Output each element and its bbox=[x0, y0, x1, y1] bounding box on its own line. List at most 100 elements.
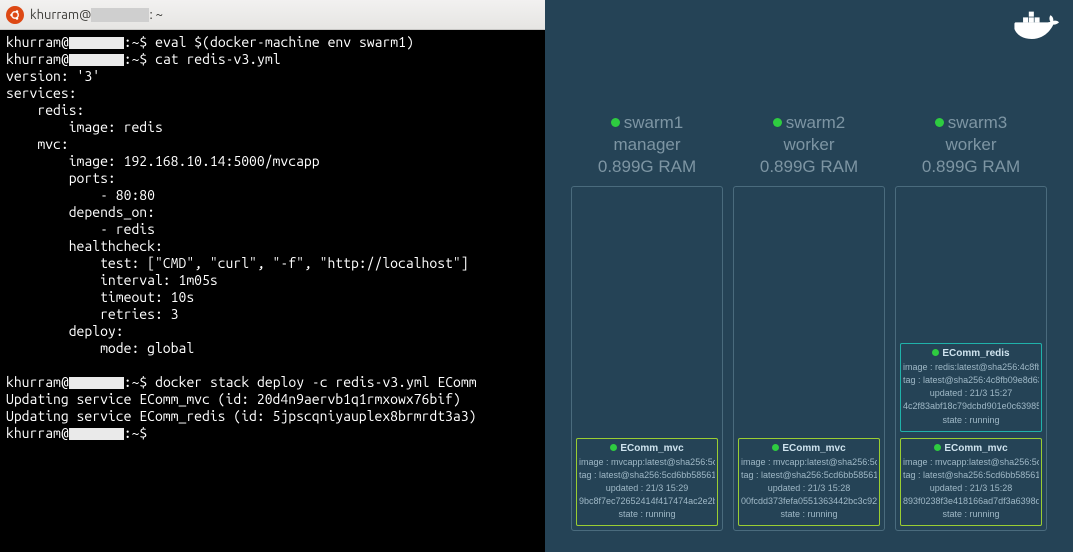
task-image: image : redis:latest@sha256:4c8fb05 bbox=[903, 361, 1039, 374]
terminal-line: ports: bbox=[6, 170, 539, 187]
task-image: image : mvcapp:latest@sha256:5cd6 bbox=[579, 456, 715, 469]
prompt-command[interactable]: docker stack deploy -c redis-v3.yml ECom… bbox=[155, 374, 476, 390]
task-state: state : running bbox=[579, 508, 715, 521]
terminal-line: interval: 1m05s bbox=[6, 272, 539, 289]
prompt-host-mask bbox=[69, 37, 124, 49]
terminal-line: Updating service EComm_mvc (id: 20d4n9ae… bbox=[6, 391, 539, 408]
prompt-host-mask bbox=[69, 54, 124, 66]
prompt-suffix: :~$ bbox=[124, 34, 155, 50]
node-name-text: swarm1 bbox=[624, 113, 684, 132]
terminal-titlebar: khurram@: ~ bbox=[0, 0, 545, 30]
prompt-host-mask bbox=[69, 428, 124, 440]
task-name: EComm_mvc bbox=[903, 442, 1039, 457]
task-state: state : running bbox=[903, 508, 1039, 521]
node-header: swarm3 worker0.899G RAM bbox=[895, 112, 1047, 178]
task-tag: tag : latest@sha256:4c8fb09e8d634a bbox=[903, 374, 1039, 387]
terminal-line: test: ["CMD", "curl", "-f", "http://loca… bbox=[6, 255, 539, 272]
terminal-line: khurram@:~$ cat redis-v3.yml bbox=[6, 51, 539, 68]
node-name-text: swarm3 bbox=[948, 113, 1008, 132]
status-dot-icon bbox=[610, 444, 617, 451]
status-dot-icon bbox=[934, 444, 941, 451]
node-column: swarm1 manager0.899G RAM EComm_mvcimage : … bbox=[571, 112, 723, 531]
node-column: swarm2 worker0.899G RAM EComm_mvcimage : m… bbox=[733, 112, 885, 531]
node-name-text: swarm2 bbox=[786, 113, 846, 132]
prompt-user: khurram@ bbox=[6, 425, 69, 441]
status-dot-icon bbox=[772, 444, 779, 451]
prompt-user: khurram@ bbox=[6, 34, 69, 50]
task-image: image : mvcapp:latest@sha256:5cd6 bbox=[741, 456, 877, 469]
task-updated: updated : 21/3 15:28 bbox=[903, 482, 1039, 495]
task-id: 00fcdd373fefa0551363442bc3c9263 bbox=[741, 495, 877, 508]
prompt-suffix: :~$ bbox=[124, 374, 155, 390]
terminal-line: timeout: 10s bbox=[6, 289, 539, 306]
terminal-line: khurram@ :~$ bbox=[6, 425, 539, 442]
terminal-line: - redis bbox=[6, 221, 539, 238]
node-header: swarm1 manager0.899G RAM bbox=[571, 112, 723, 178]
swarm-visualizer: swarm1manager0.899G RAMEComm_mvcimage : … bbox=[545, 0, 1073, 552]
terminal-line: version: '3' bbox=[6, 68, 539, 85]
task-card[interactable]: EComm_mvcimage : mvcapp:latest@sha256:5c… bbox=[576, 438, 718, 527]
prompt-command[interactable]: eval $(docker-machine env swarm1) bbox=[155, 34, 414, 50]
node-name: swarm2 bbox=[733, 112, 885, 134]
task-name-text: EComm_mvc bbox=[782, 443, 845, 454]
terminal-line: - 80:80 bbox=[6, 187, 539, 204]
status-dot-icon bbox=[611, 118, 620, 127]
terminal-line: Updating service EComm_redis (id: 5jpscq… bbox=[6, 408, 539, 425]
terminal-line: khurram@ :~$ docker stack deploy -c redis… bbox=[6, 374, 539, 391]
docker-icon bbox=[1013, 6, 1059, 46]
prompt-suffix: :~$ bbox=[124, 425, 155, 441]
terminal-line: mvc: bbox=[6, 136, 539, 153]
terminal-title: khurram@: ~ bbox=[30, 8, 163, 22]
node-name: swarm1 bbox=[571, 112, 723, 134]
task-image: image : mvcapp:latest@sha256:5cd6 bbox=[903, 456, 1039, 469]
task-updated: updated : 21/3 15:29 bbox=[579, 482, 715, 495]
task-updated: updated : 21/3 15:27 bbox=[903, 387, 1039, 400]
terminal-line: depends_on: bbox=[6, 204, 539, 221]
terminal-line bbox=[6, 357, 539, 374]
nodes-row: swarm1manager0.899G RAMEComm_mvcimage : … bbox=[545, 112, 1073, 531]
task-name-text: EComm_mvc bbox=[620, 443, 683, 454]
terminal-body[interactable]: khurram@ :~$ eval $(docker-machine env sw… bbox=[0, 30, 545, 552]
task-card[interactable]: EComm_redisimage : redis:latest@sha256:4… bbox=[900, 343, 1042, 432]
node-ram: 0.899G RAM bbox=[733, 156, 885, 178]
task-card[interactable]: EComm_mvcimage : mvcapp:latest@sha256:5c… bbox=[738, 438, 880, 527]
prompt-host-mask bbox=[69, 377, 124, 389]
node-header: swarm2 worker0.899G RAM bbox=[733, 112, 885, 178]
prompt-user: khurram@ bbox=[6, 374, 69, 390]
terminal-line: mode: global bbox=[6, 340, 539, 357]
task-tag: tag : latest@sha256:5cd6bb5856132 bbox=[903, 469, 1039, 482]
node-body: EComm_redisimage : redis:latest@sha256:4… bbox=[895, 186, 1047, 531]
ubuntu-icon bbox=[6, 6, 24, 24]
node-ram: 0.899G RAM bbox=[895, 156, 1047, 178]
node-column: swarm3 worker0.899G RAM EComm_redisimage :… bbox=[895, 112, 1047, 531]
prompt-command[interactable]: cat redis-v3.yml bbox=[155, 51, 280, 67]
node-body: EComm_mvcimage : mvcapp:latest@sha256:5c… bbox=[733, 186, 885, 531]
terminal-line: redis: bbox=[6, 102, 539, 119]
prompt-suffix: :~$ bbox=[124, 51, 155, 67]
task-id: 9bc8f7ec72652414f417474ac2e2bf6 bbox=[579, 495, 715, 508]
task-state: state : running bbox=[903, 414, 1039, 427]
task-state: state : running bbox=[741, 508, 877, 521]
task-name: EComm_redis bbox=[903, 347, 1039, 362]
task-tag: tag : latest@sha256:5cd6bb5856132 bbox=[741, 469, 877, 482]
task-name-text: EComm_mvc bbox=[944, 443, 1007, 454]
node-name: swarm3 bbox=[895, 112, 1047, 134]
task-id: 4c2f83abf18c79dcbd901e0c6398578 bbox=[903, 400, 1039, 413]
node-body: EComm_mvcimage : mvcapp:latest@sha256:5c… bbox=[571, 186, 723, 531]
task-name: EComm_mvc bbox=[741, 442, 877, 457]
node-role: worker bbox=[895, 134, 1047, 156]
node-ram: 0.899G RAM bbox=[571, 156, 723, 178]
terminal-line: retries: 3 bbox=[6, 306, 539, 323]
terminal-line: image: redis bbox=[6, 119, 539, 136]
node-role: manager bbox=[571, 134, 723, 156]
task-name-text: EComm_redis bbox=[942, 348, 1009, 359]
node-role: worker bbox=[733, 134, 885, 156]
status-dot-icon bbox=[935, 118, 944, 127]
task-id: 893f0238f3e418166ad7df3a6398db bbox=[903, 495, 1039, 508]
status-dot-icon bbox=[773, 118, 782, 127]
terminal-line: deploy: bbox=[6, 323, 539, 340]
terminal-line: khurram@ :~$ eval $(docker-machine env sw… bbox=[6, 34, 539, 51]
terminal-line: services: bbox=[6, 85, 539, 102]
task-updated: updated : 21/3 15:28 bbox=[741, 482, 877, 495]
task-card[interactable]: EComm_mvcimage : mvcapp:latest@sha256:5c… bbox=[900, 438, 1042, 527]
